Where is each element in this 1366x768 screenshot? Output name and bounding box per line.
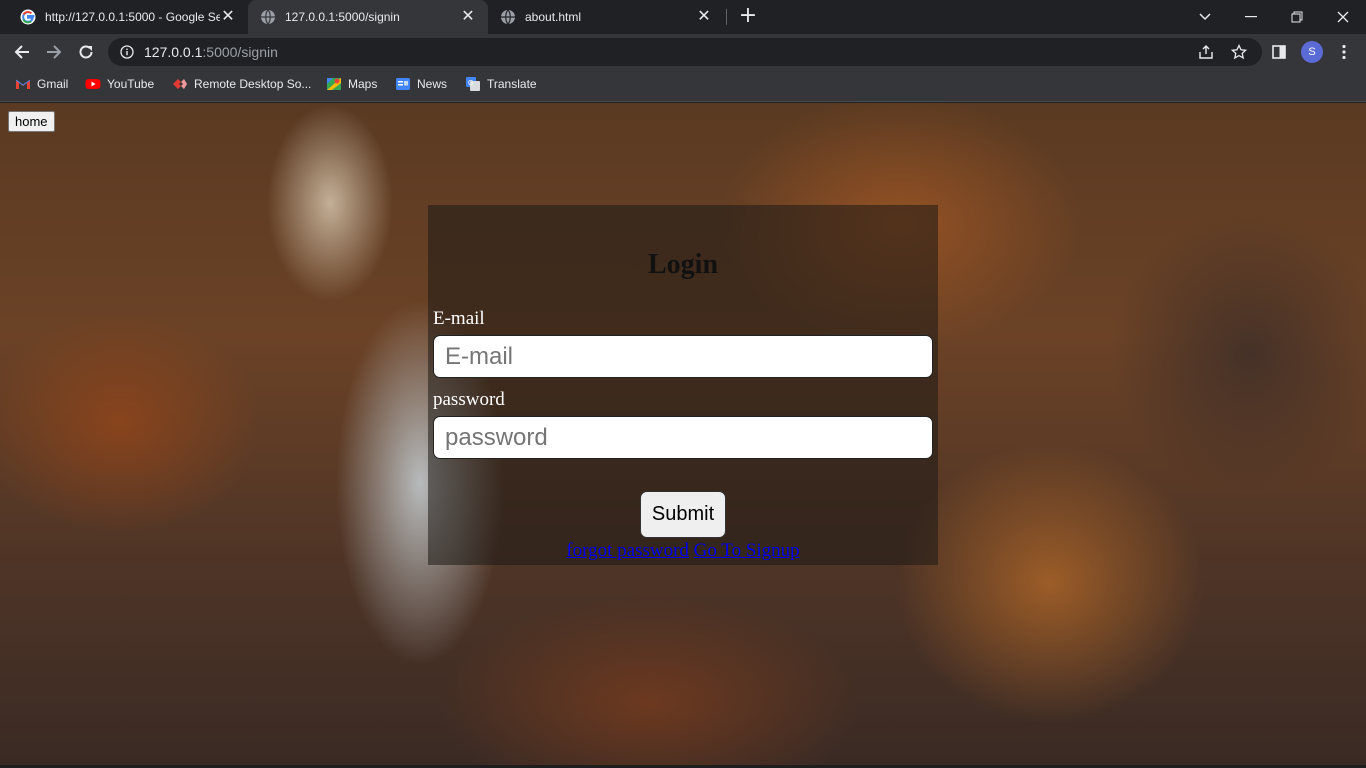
- remote-desktop-icon: [173, 79, 187, 89]
- url-path: :5000/signin: [202, 44, 278, 60]
- tab-title: http://127.0.0.1:5000 - Google Se: [45, 10, 220, 24]
- forgot-password-link[interactable]: forgot password: [566, 540, 689, 561]
- bookmark-remote-desktop[interactable]: Remote Desktop So...: [172, 70, 311, 98]
- tab-about[interactable]: about.html ✕: [488, 0, 724, 34]
- minimize-icon[interactable]: [1228, 0, 1274, 34]
- signup-link[interactable]: Go To Signup: [694, 540, 800, 561]
- restore-icon[interactable]: [1274, 0, 1320, 34]
- google-icon: [20, 9, 36, 25]
- youtube-icon: [85, 79, 101, 89]
- close-icon[interactable]: ✕: [220, 9, 236, 25]
- globe-icon: [501, 9, 515, 25]
- login-form: Login E-mail password Submit forgot pass…: [428, 205, 938, 565]
- bookmark-label: Gmail: [37, 77, 69, 91]
- bookmark-youtube[interactable]: YouTube: [85, 70, 154, 98]
- close-icon[interactable]: ✕: [696, 9, 712, 25]
- email-field[interactable]: [433, 335, 933, 378]
- tab-signin[interactable]: 127.0.0.1:5000/signin ✕: [248, 0, 488, 34]
- reload-icon[interactable]: [72, 38, 100, 66]
- tab-search-icon[interactable]: [1182, 0, 1228, 34]
- svg-text:G: G: [468, 80, 473, 87]
- bookmark-maps[interactable]: Maps: [326, 70, 377, 98]
- bookmark-label: News: [417, 77, 448, 91]
- forward-icon[interactable]: [40, 38, 68, 66]
- avatar[interactable]: S: [1301, 41, 1323, 63]
- side-panel-icon[interactable]: [1265, 38, 1293, 66]
- share-icon[interactable]: [1198, 44, 1214, 60]
- menu-icon[interactable]: [1330, 38, 1358, 66]
- gmail-icon: [15, 79, 31, 89]
- tab-title: about.html: [525, 10, 582, 24]
- tab-google-search[interactable]: http://127.0.0.1:5000 - Google Se ✕: [8, 0, 248, 34]
- globe-icon: [261, 9, 275, 25]
- new-tab-icon[interactable]: +: [736, 5, 760, 29]
- bookmark-label: YouTube: [107, 77, 155, 91]
- tab-title: 127.0.0.1:5000/signin: [285, 10, 400, 24]
- back-icon[interactable]: [8, 38, 36, 66]
- bookmark-news[interactable]: News: [395, 70, 447, 98]
- page-viewport: home Login E-mail password Submit forgot…: [0, 103, 1366, 768]
- bookmark-star-icon[interactable]: [1231, 44, 1247, 60]
- translate-icon: G: [466, 77, 480, 91]
- news-icon: [396, 78, 410, 90]
- browser-toolbar: 127.0.0.1:5000/signin S: [0, 34, 1366, 70]
- login-title: Login: [647, 249, 719, 280]
- site-info-icon[interactable]: [120, 45, 134, 59]
- bookmark-label: Remote Desktop So...: [194, 77, 312, 91]
- url-host: 127.0.0.1: [144, 44, 203, 60]
- password-label: password: [433, 389, 505, 410]
- tab-divider: [726, 9, 727, 25]
- bookmark-translate[interactable]: G Translate: [465, 70, 537, 98]
- close-icon[interactable]: ✕: [460, 9, 476, 25]
- bookmarks-bar: Gmail YouTube Remote Desktop So... Maps …: [0, 70, 1366, 102]
- login-links: forgot password Go To Signup: [428, 540, 938, 562]
- bookmark-gmail[interactable]: Gmail: [15, 70, 68, 98]
- password-field[interactable]: [433, 416, 933, 459]
- tab-strip: http://127.0.0.1:5000 - Google Se ✕ 127.…: [0, 0, 1366, 34]
- maps-icon: [327, 78, 341, 90]
- email-label: E-mail: [433, 308, 485, 329]
- bookmark-label: Translate: [487, 77, 537, 91]
- submit-button[interactable]: Submit: [640, 491, 726, 538]
- bookmark-label: Maps: [348, 77, 378, 91]
- address-bar[interactable]: 127.0.0.1:5000/signin: [108, 38, 1262, 66]
- home-button[interactable]: home: [8, 111, 55, 132]
- close-window-icon[interactable]: [1320, 0, 1366, 34]
